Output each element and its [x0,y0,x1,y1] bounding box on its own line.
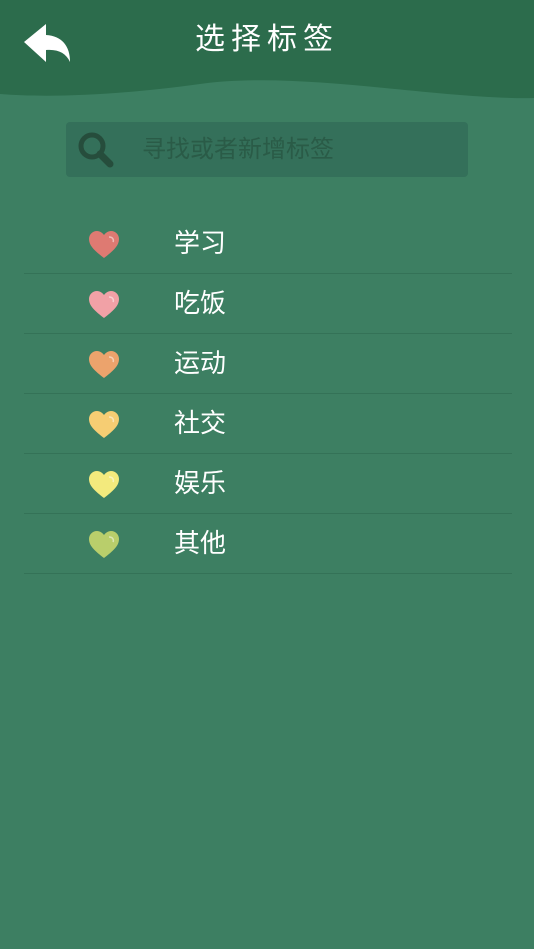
tag-item-eating[interactable]: 吃饭 [24,274,512,334]
tag-label: 运动 [174,349,227,379]
search-bar[interactable] [66,122,468,177]
tag-item-sports[interactable]: 运动 [24,334,512,394]
tag-list: 学习 吃饭 运动 社交 娱乐 其他 [24,214,512,574]
heart-icon [89,411,119,438]
tag-label: 学习 [174,229,227,259]
heart-icon [89,531,119,558]
tag-item-study[interactable]: 学习 [24,214,512,274]
tag-item-entertainment[interactable]: 娱乐 [24,454,512,514]
page-title: 选择标签 [195,22,339,57]
tag-label: 其他 [174,529,227,559]
heart-shape [89,231,119,258]
tag-item-other[interactable]: 其他 [24,514,512,574]
search-icon [78,132,114,168]
heart-shape [89,531,119,558]
header-bar: 选择标签 [0,0,534,110]
heart-icon [89,291,119,318]
tag-item-social[interactable]: 社交 [24,394,512,454]
heart-shape [89,351,119,378]
heart-icon [89,231,119,258]
heart-shape [89,411,119,438]
heart-icon [89,351,119,378]
heart-shape [89,291,119,318]
search-input[interactable] [142,128,452,170]
heart-shape [89,471,119,498]
tag-label: 娱乐 [174,469,227,499]
heart-icon [89,471,119,498]
tag-label: 社交 [174,409,227,439]
tag-label: 吃饭 [174,289,227,319]
